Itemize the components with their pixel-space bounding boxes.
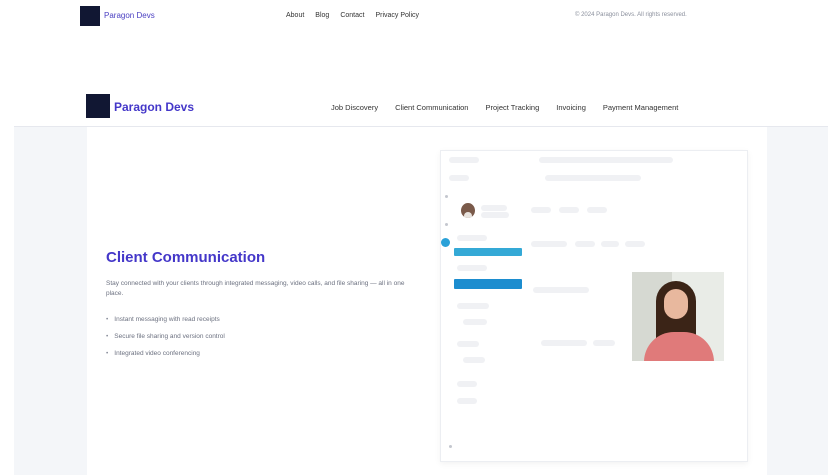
mock-chip: [601, 241, 619, 247]
nav-project-tracking[interactable]: Project Tracking: [485, 103, 539, 112]
mock-nav-item: [463, 319, 487, 325]
main-brand[interactable]: Paragon Devs: [114, 100, 194, 114]
mock-file-action: [593, 340, 615, 346]
mock-dot: [449, 445, 452, 448]
mock-message: [533, 287, 589, 293]
nav-client-communication[interactable]: Client Communication: [395, 103, 468, 112]
mock-dot: [445, 195, 448, 198]
mock-nav-selected: [454, 248, 522, 256]
mock-chip: [531, 241, 567, 247]
copyright: © 2024 Paragon Devs. All rights reserved…: [575, 12, 687, 18]
mock-nav-item: [457, 265, 487, 271]
feature-title: Client Communication: [106, 249, 266, 266]
feature-item: Instant messaging with read receipts: [106, 316, 225, 333]
avatar: [461, 203, 475, 218]
main-nav: Job Discovery Client Communication Proje…: [331, 103, 678, 112]
top-nav-privacy[interactable]: Privacy Policy: [375, 12, 419, 19]
mock-nav-item: [457, 303, 489, 309]
top-nav: About Blog Contact Privacy Policy: [286, 12, 419, 19]
mock-nav-item: [457, 398, 477, 404]
mock-contact-name: [481, 205, 507, 211]
mock-tab: [531, 207, 551, 213]
mock-nav-item: [463, 357, 485, 363]
feature-item: Secure file sharing and version control: [106, 333, 225, 350]
top-brand[interactable]: Paragon Devs: [104, 11, 155, 20]
top-nav-contact[interactable]: Contact: [340, 12, 364, 19]
mock-nav-selected: [454, 279, 522, 289]
mock-tab: [587, 207, 607, 213]
logo-icon[interactable]: [86, 94, 110, 118]
active-status-icon: [441, 238, 450, 247]
feature-description: Stay connected with your clients through…: [106, 280, 405, 297]
nav-invoicing[interactable]: Invoicing: [556, 103, 586, 112]
mock-tab: [559, 207, 579, 213]
top-bar: Paragon Devs About Blog Contact Privacy …: [0, 0, 828, 34]
mock-nav-item: [457, 381, 477, 387]
video-call-photo: [632, 272, 724, 361]
app-screenshot: [440, 150, 748, 462]
top-nav-blog[interactable]: Blog: [315, 12, 329, 19]
top-nav-about[interactable]: About: [286, 12, 304, 19]
mock-toolbar: [449, 175, 469, 181]
mock-toolbar: [449, 157, 479, 163]
nav-job-discovery[interactable]: Job Discovery: [331, 103, 378, 112]
feature-item: Integrated video conferencing: [106, 350, 225, 367]
mock-dot: [445, 223, 448, 226]
mock-search: [539, 157, 673, 163]
mock-chip: [625, 241, 645, 247]
mock-nav-item: [457, 235, 487, 241]
mock-nav-item: [457, 341, 479, 347]
mock-title-bar: [545, 175, 641, 181]
main-header: Paragon Devs Job Discovery Client Commun…: [0, 90, 828, 126]
mock-chip: [575, 241, 595, 247]
mock-contact-company: [481, 212, 509, 218]
feature-list: Instant messaging with read receipts Sec…: [106, 316, 225, 367]
mock-file: [541, 340, 587, 346]
nav-payment-management[interactable]: Payment Management: [603, 103, 678, 112]
logo-icon[interactable]: [80, 6, 100, 26]
